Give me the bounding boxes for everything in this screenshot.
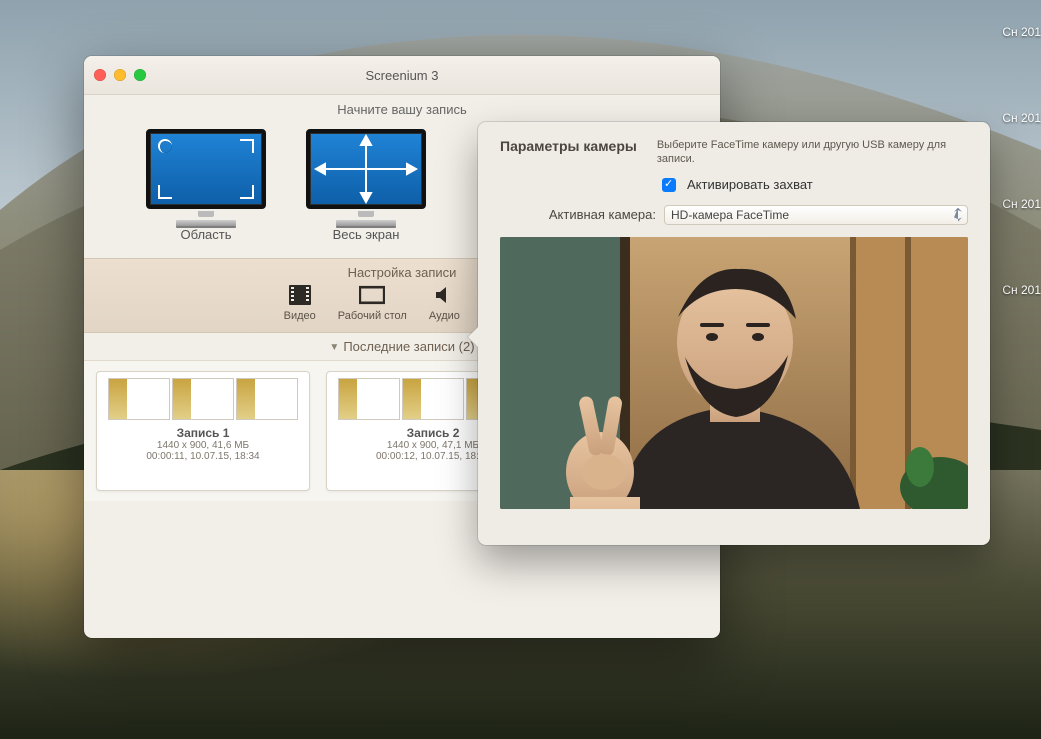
tab-video-label: Видео [284, 310, 316, 322]
recording-meta: 00:00:12, 10.07.15, 18:43 [376, 451, 490, 462]
monitor-icon [306, 129, 426, 219]
activate-capture-label: Активировать захват [687, 177, 813, 192]
recording-title: Запись 1 [177, 426, 230, 440]
popover-description: Выберите FaceTime камеру или другую USB … [657, 138, 968, 167]
thumbnail [338, 378, 400, 420]
recording-resolution: 1440 x 900, 47,1 МБ [387, 440, 479, 451]
active-camera-label: Активная камера: [500, 207, 656, 222]
desktop-file-labels: Сн 201 Сн 201 Сн 201 Сн 201 [1002, 25, 1041, 369]
mode-region[interactable]: Область [146, 129, 266, 242]
thumbnail [236, 378, 298, 420]
window-zoom-button[interactable] [134, 69, 146, 81]
popover-arrow [468, 327, 478, 347]
tab-audio-label: Аудио [429, 310, 460, 322]
thumbnail [402, 378, 464, 420]
popover-title: Параметры камеры [500, 138, 637, 154]
tab-video[interactable]: Видео [284, 284, 316, 322]
recording-resolution: 1440 x 900, 41,6 МБ [157, 440, 249, 451]
window-subtitle: Начните вашу запись [84, 95, 720, 123]
thumbnail [108, 378, 170, 420]
camera-preview [500, 237, 968, 509]
window-minimize-button[interactable] [114, 69, 126, 81]
filmstrip-icon [287, 284, 313, 306]
mode-fullscreen[interactable]: Весь экран [306, 129, 426, 242]
camera-popover: Параметры камеры Выберите FaceTime камер… [478, 122, 990, 545]
thumbnail [172, 378, 234, 420]
tab-desktop[interactable]: Рабочий стол [338, 284, 407, 322]
recording-meta: 00:00:11, 10.07.15, 18:34 [146, 451, 259, 462]
recording-title: Запись 2 [407, 426, 460, 440]
window-titlebar[interactable]: Screenium 3 [84, 56, 720, 95]
desktop-file-label: Сн 201 [1002, 197, 1041, 211]
recent-header-label: Последние записи (2) [343, 339, 474, 354]
window-title: Screenium 3 [84, 68, 720, 83]
traffic-lights [94, 69, 146, 81]
active-camera-select[interactable]: HD-камера FaceTime [664, 205, 968, 225]
recording-card[interactable]: Запись 1 1440 x 900, 41,6 МБ 00:00:11, 1… [96, 371, 310, 491]
desktop-file-label: Сн 201 [1002, 111, 1041, 125]
tab-audio[interactable]: Аудио [429, 284, 460, 322]
recording-thumbnails [108, 378, 298, 420]
active-camera-select-wrap: HD-камера FaceTime [664, 205, 968, 225]
monitor-icon [146, 129, 266, 219]
tab-desktop-label: Рабочий стол [338, 310, 407, 322]
mode-region-label: Область [180, 227, 231, 242]
desktop-file-label: Сн 201 [1002, 25, 1041, 39]
chevron-down-icon: ▼ [329, 342, 339, 353]
speaker-icon [431, 284, 457, 306]
mode-fullscreen-label: Весь экран [333, 227, 400, 242]
activate-capture-checkbox[interactable] [662, 178, 676, 192]
desktop-rect-icon [359, 284, 385, 306]
desktop-file-label: Сн 201 [1002, 283, 1041, 297]
window-close-button[interactable] [94, 69, 106, 81]
